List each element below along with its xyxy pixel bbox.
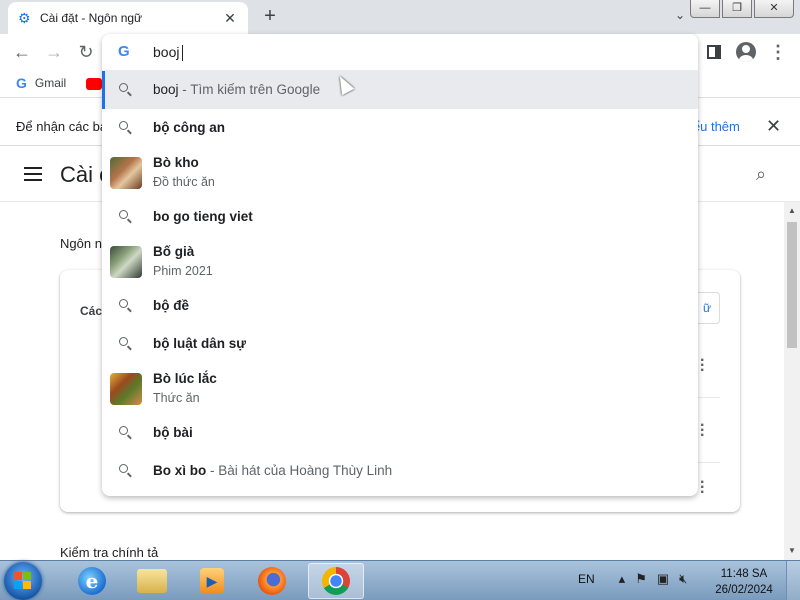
show-hidden-icons-icon[interactable]: ▴	[619, 571, 626, 587]
chrome-taskbar-button[interactable]	[308, 563, 364, 599]
omnibox-suggestion[interactable]: bộ luật dân sự	[102, 325, 698, 363]
suggestion-subtitle: Phim 2021	[153, 264, 213, 278]
avatar	[736, 42, 756, 62]
internet-explorer-taskbar-button[interactable]: e	[64, 563, 120, 599]
omnibox-dropdown: G booj booj - Tìm kiếm trên Google bộ côn…	[102, 34, 698, 496]
spellcheck-heading: Kiểm tra chính tả	[60, 545, 159, 560]
suggestion-text: bộ công an	[153, 120, 225, 135]
suggestion-text: bộ đề	[153, 298, 189, 313]
search-icon	[118, 336, 134, 352]
profile-button[interactable]	[734, 40, 758, 64]
reload-button[interactable]: ↻	[74, 40, 98, 64]
language-row-menu-icon[interactable]: · · ·	[700, 353, 705, 379]
omnibox-suggestion[interactable]: Bố già Phim 2021	[102, 236, 698, 287]
close-window-button[interactable]: ✕	[754, 0, 794, 18]
network-icon[interactable]: ▣	[657, 571, 669, 587]
forward-button[interactable]: →	[42, 40, 66, 64]
internet-explorer-icon: e	[78, 567, 106, 595]
firefox-taskbar-button[interactable]	[244, 563, 300, 599]
firefox-icon	[258, 567, 286, 595]
search-icon	[118, 425, 134, 441]
omnibox-suggestion[interactable]: Bò kho Đồ thức ăn	[102, 147, 698, 198]
suggestion-text: bộ luật dân sự	[153, 336, 247, 351]
scrollbar-thumb[interactable]	[787, 222, 797, 348]
start-button[interactable]	[4, 562, 42, 600]
show-desktop-button[interactable]	[786, 561, 800, 600]
omnibox-suggestion[interactable]: bộ bài	[102, 414, 698, 452]
suggestion-text: Bò kho	[153, 155, 199, 170]
new-tab-button[interactable]: +	[258, 4, 282, 28]
search-icon	[118, 463, 134, 479]
text-caret	[182, 45, 184, 62]
tab-title: Cài đặt - Ngôn ngữ	[40, 11, 143, 25]
info-bar-text: Để nhận các bả	[16, 119, 108, 134]
volume-muted-icon[interactable]: 🔇︎	[679, 571, 687, 587]
action-center-flag-icon[interactable]: ⚑	[635, 571, 647, 587]
suggestion-text: Bò lúc lắc	[153, 371, 217, 386]
system-clock[interactable]: 11:48 SA 26/02/2024	[712, 566, 776, 598]
scroll-down-icon[interactable]: ▼	[788, 546, 796, 555]
omnibox-suggestion[interactable]: Bo xì bo - Bài hát của Hoàng Thùy Linh	[102, 452, 698, 490]
media-player-icon: ▶	[200, 568, 224, 594]
hamburger-menu-icon[interactable]	[24, 167, 42, 185]
folder-icon	[137, 569, 167, 593]
search-icon	[118, 120, 134, 136]
omnibox-suggestion[interactable]: booj - Tìm kiếm trên Google	[102, 71, 698, 109]
language-row-menu-icon[interactable]: · · ·	[700, 418, 705, 444]
system-tray: EN ▴ ⚑ ▣ 🔇︎	[578, 571, 687, 587]
suggestion-text: booj - Tìm kiếm trên Google	[153, 82, 321, 97]
info-bar-close-icon[interactable]: ✕	[766, 116, 781, 137]
side-panel-icon	[707, 45, 721, 59]
search-icon	[118, 209, 134, 225]
omnibox-suggestion[interactable]: bộ công an	[102, 109, 698, 147]
page-scrollbar[interactable]: ▲ ▼	[784, 202, 800, 560]
omnibox-suggestion[interactable]: Bò lúc lắc Thức ăn	[102, 363, 698, 414]
youtube-icon	[86, 78, 102, 90]
card-subtitle: Các	[80, 304, 103, 318]
suggestion-subtitle: Đồ thức ăn	[153, 175, 215, 189]
minimize-button[interactable]: —	[690, 0, 720, 18]
section-label-language: Ngôn n	[60, 236, 102, 251]
tab-strip: ⚙ Cài đặt - Ngôn ngữ ✕ + ⌄ — ❐ ✕	[0, 0, 800, 34]
file-explorer-taskbar-button[interactable]	[124, 563, 180, 599]
tab-search-chevron-icon[interactable]: ⌄	[670, 8, 690, 28]
language-indicator[interactable]: EN	[578, 572, 595, 586]
windows-taskbar: e ▶ EN ▴ ⚑ ▣ 🔇︎ 11:48 SA 26/02/2024	[0, 560, 800, 600]
restore-button[interactable]: ❐	[722, 0, 752, 18]
omnibox-suggestion[interactable]: bo go tieng viet	[102, 198, 698, 236]
address-bar[interactable]: G booj	[102, 34, 698, 70]
search-icon	[118, 298, 134, 314]
search-icon	[118, 82, 134, 98]
suggestion-text: Bo xì bo - Bài hát của Hoàng Thùy Linh	[153, 463, 393, 478]
suggestion-thumbnail	[110, 245, 142, 278]
side-panel-button[interactable]	[702, 40, 726, 64]
scroll-up-icon[interactable]: ▲	[788, 206, 796, 215]
suggestion-text: bo go tieng viet	[153, 209, 253, 224]
bookmark-youtube[interactable]	[18, 78, 102, 90]
google-icon: G	[118, 43, 130, 60]
back-button[interactable]: ←	[10, 40, 34, 64]
clock-time: 11:48 SA	[720, 568, 768, 580]
suggestion-subtitle: Thức ăn	[153, 391, 200, 405]
tab-settings[interactable]: ⚙ Cài đặt - Ngôn ngữ ✕	[8, 2, 248, 34]
clock-date: 26/02/2024	[715, 584, 773, 596]
suggestion-thumbnail	[110, 156, 142, 189]
suggestion-text: Bố già	[153, 244, 195, 259]
menu-kebab-icon[interactable]: ⋮	[766, 40, 790, 64]
search-icon[interactable]: ⌕	[756, 164, 766, 185]
chrome-icon	[322, 567, 350, 595]
gear-icon: ⚙	[18, 10, 31, 26]
tab-close-icon[interactable]: ✕	[222, 10, 238, 27]
windows-logo-icon	[14, 572, 32, 590]
language-row-menu-icon[interactable]: · · ·	[700, 475, 705, 501]
suggestion-text: bộ bài	[153, 425, 193, 440]
suggestion-thumbnail	[110, 372, 142, 405]
media-player-taskbar-button[interactable]: ▶	[184, 563, 240, 599]
omnibox-suggestion[interactable]: bộ đề	[102, 287, 698, 325]
omnibox-input[interactable]: booj	[153, 44, 184, 62]
